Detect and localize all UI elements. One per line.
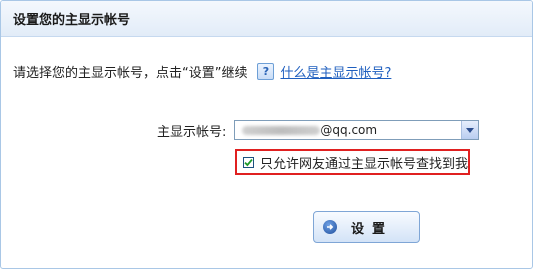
dialog-title: 设置您的主显示帐号 [13,13,131,28]
set-button-label: 设置 [351,221,394,237]
set-button[interactable]: 设置 [313,211,420,243]
instruction-text: 请选择您的主显示帐号，点击“设置”继续 [13,65,248,81]
dropdown-button[interactable] [461,121,479,139]
help-icon[interactable]: ? [257,62,275,80]
search-permission-option: 只允许网友通过主显示帐号查找到我 [235,149,470,175]
search-permission-label: 只允许网友通过主显示帐号查找到我 [260,156,469,172]
dialog-frame: 设置您的主显示帐号 请选择您的主显示帐号，点击“设置”继续 ? 什么是主显示帐号… [0,0,533,269]
chevron-down-icon [466,127,475,133]
help-link[interactable]: 什么是主显示帐号? [280,62,391,81]
redacted-account-prefix [242,125,321,135]
checkmark-icon [244,158,253,166]
account-select-value: @qq.com [320,123,378,137]
account-field-row: 主显示帐号: @qq.com [157,120,480,140]
dialog-header: 设置您的主显示帐号 [1,1,532,37]
account-field-label: 主显示帐号: [157,124,227,140]
arrow-right-icon [323,220,337,234]
instruction-row: 请选择您的主显示帐号，点击“设置”继续 ? 什么是主显示帐号? [13,61,391,81]
account-select[interactable]: @qq.com [234,120,480,140]
search-permission-checkbox[interactable] [243,156,254,168]
